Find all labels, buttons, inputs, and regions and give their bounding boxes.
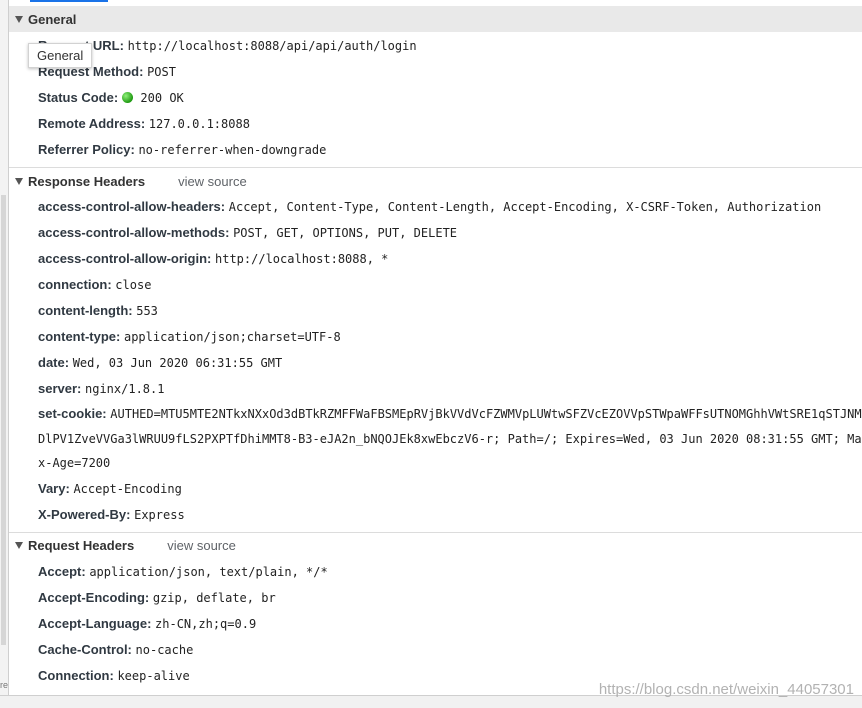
left-pane-edge: re xyxy=(0,0,9,708)
header-row: Referrer Policy: no-referrer-when-downgr… xyxy=(9,137,862,163)
header-value: http://localhost:8088/api/api/auth/login xyxy=(127,39,417,53)
header-value: no-referrer-when-downgrade xyxy=(138,143,327,157)
header-row: access-control-allow-origin: http://loca… xyxy=(9,246,862,272)
header-row: Cache-Control: no-cache xyxy=(9,637,862,663)
header-value: gzip, deflate, br xyxy=(152,590,276,605)
header-value: Accept, Content-Type, Content-Length, Ac… xyxy=(228,200,822,214)
header-key: date: xyxy=(38,355,70,370)
general-section-title: General xyxy=(28,11,77,27)
header-row: content-type: application/json;charset=U… xyxy=(9,324,862,350)
header-key: access-control-allow-headers: xyxy=(38,199,226,214)
header-key: Connection: xyxy=(38,667,114,683)
header-row: connection: close xyxy=(9,272,862,298)
header-value: no-cache xyxy=(135,642,194,657)
header-key: X-Powered-By: xyxy=(38,506,131,522)
header-row: server: nginx/1.8.1 xyxy=(9,376,862,402)
request-headers-section: Request Headers view source Accept: appl… xyxy=(9,533,862,696)
header-row: access-control-allow-methods: POST, GET,… xyxy=(9,220,862,246)
header-row: Accept-Language: zh-CN,zh;q=0.9 xyxy=(9,611,862,637)
header-key: content-type: xyxy=(38,329,121,344)
header-row: content-length: 553 xyxy=(9,298,862,324)
triangle-down-icon[interactable] xyxy=(15,177,23,185)
header-value: close xyxy=(115,278,152,292)
header-row-set-cookie: set-cookie: AUTHED=MTU5MTE2NTkxNXxOd3dBT… xyxy=(9,402,862,476)
header-row: X-Powered-By: Express xyxy=(9,502,862,528)
headers-panel: General Request URL: http://localhost:80… xyxy=(9,6,862,696)
general-section-header[interactable]: General xyxy=(9,6,862,32)
header-key: Status Code: xyxy=(38,90,119,105)
header-key: Accept-Encoding: xyxy=(38,589,150,605)
header-key: set-cookie: xyxy=(38,406,107,421)
triangle-down-icon[interactable] xyxy=(15,15,23,23)
header-value: Express xyxy=(134,507,185,522)
header-row: Accept: application/json, text/plain, */… xyxy=(9,559,862,585)
header-row: Accept-Encoding: gzip, deflate, br xyxy=(9,585,862,611)
header-key: Accept-Language: xyxy=(38,615,152,631)
header-value: 553 xyxy=(136,304,158,318)
active-tab-indicator xyxy=(30,0,108,2)
header-key: access-control-allow-origin: xyxy=(38,251,212,266)
header-value: http://localhost:8088, * xyxy=(215,252,389,266)
header-key: Accept: xyxy=(38,563,86,579)
left-pane-scrollbar[interactable] xyxy=(1,195,6,645)
header-key: Referrer Policy: xyxy=(38,142,135,157)
response-headers-section: Response Headers view source access-cont… xyxy=(9,168,862,533)
header-key: connection: xyxy=(38,277,112,292)
request-headers-header[interactable]: Request Headers view source xyxy=(9,533,862,559)
set-cookie-value: AUTHED=MTU5MTE2NTkxNXxOd3dBTkRZMFFWaFBSM… xyxy=(38,407,862,470)
header-value: application/json;charset=UTF-8 xyxy=(123,330,341,344)
header-value: keep-alive xyxy=(117,668,190,683)
header-key: access-control-allow-methods: xyxy=(38,225,230,240)
status-code-value: 200 OK xyxy=(140,91,184,105)
response-headers-header[interactable]: Response Headers view source xyxy=(9,168,862,194)
general-section: General Request URL: http://localhost:80… xyxy=(9,6,862,168)
header-value: nginx/1.8.1 xyxy=(85,382,165,396)
request-headers-title: Request Headers xyxy=(28,538,135,553)
header-value: POST, GET, OPTIONS, PUT, DELETE xyxy=(233,226,458,240)
green-circle-icon xyxy=(121,92,133,103)
header-key: server: xyxy=(38,381,82,396)
header-row: Request URL: http://localhost:8088/api/a… xyxy=(9,33,862,59)
header-value: Wed, 03 Jun 2020 06:31:55 GMT xyxy=(72,356,283,370)
header-value: application/json, text/plain, */* xyxy=(89,564,328,579)
header-key: Vary: xyxy=(38,480,70,496)
header-key: Cache-Control: xyxy=(38,641,132,657)
header-row: Remote Address: 127.0.0.1:8088 xyxy=(9,111,862,137)
watermark: https://blog.csdn.net/weixin_44057301 xyxy=(598,681,854,698)
general-tooltip: General xyxy=(28,43,93,68)
header-value: 127.0.0.1:8088 xyxy=(148,117,250,131)
header-row: Request Method: POST xyxy=(9,59,862,85)
view-source-link[interactable]: view source xyxy=(167,538,236,553)
triangle-down-icon[interactable] xyxy=(15,542,23,549)
response-headers-title: Response Headers xyxy=(28,173,146,189)
header-key: content-length: xyxy=(38,303,133,318)
header-value: POST xyxy=(147,65,176,79)
header-value: zh-CN,zh;q=0.9 xyxy=(155,616,257,631)
header-row: access-control-allow-headers: Accept, Co… xyxy=(9,194,862,220)
header-key: Remote Address: xyxy=(38,116,146,131)
header-row: Vary: Accept-Encoding xyxy=(9,476,862,502)
view-source-link[interactable]: view source xyxy=(178,174,247,189)
left-pane-cut-text: re xyxy=(0,680,9,690)
header-row: date: Wed, 03 Jun 2020 06:31:55 GMT xyxy=(9,350,862,376)
header-row: Status Code: 200 OK xyxy=(9,85,862,111)
header-value: Accept-Encoding xyxy=(73,481,182,496)
